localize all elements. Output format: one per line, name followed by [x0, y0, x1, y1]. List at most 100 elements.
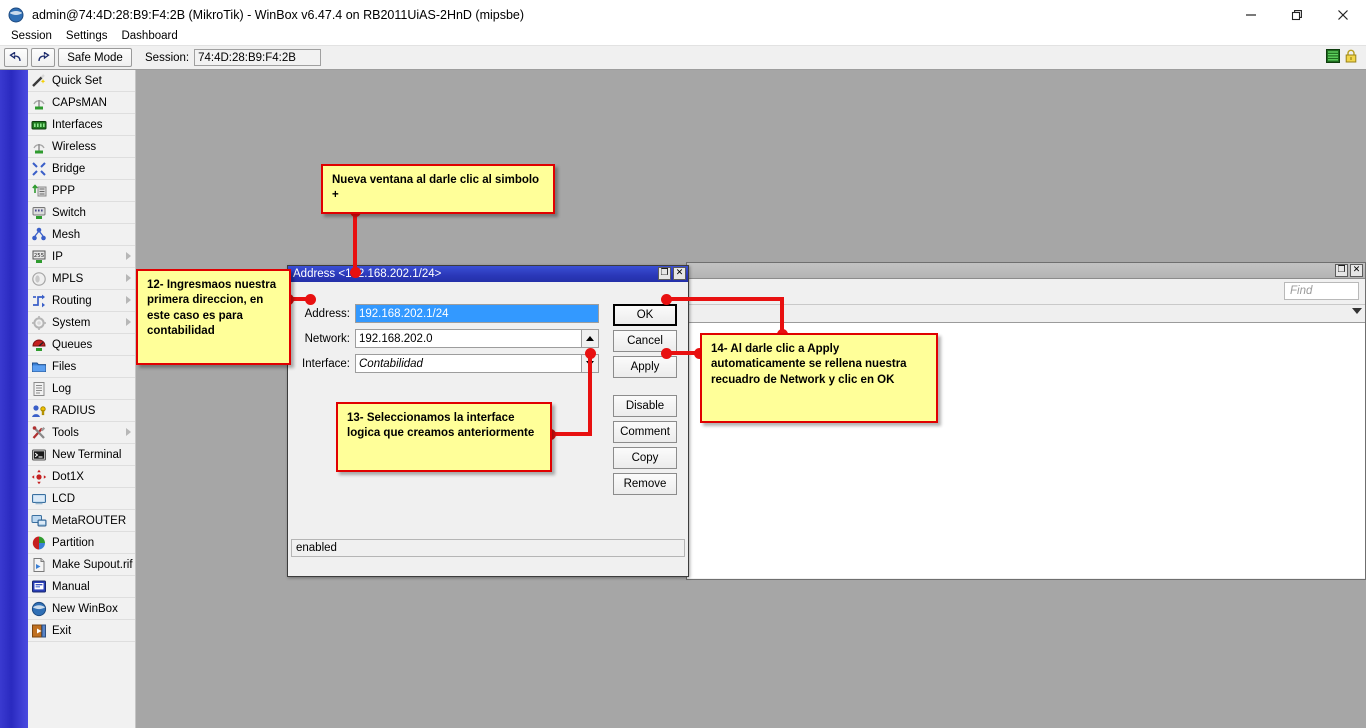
ok-button[interactable]: OK [613, 304, 677, 326]
sidebar-item-make-supout-rif[interactable]: Make Supout.rif [28, 554, 135, 576]
mpls-icon [31, 271, 47, 287]
sidebar-item-label: Make Supout.rif [52, 559, 133, 571]
safe-mode-button[interactable]: Safe Mode [58, 48, 132, 67]
sidebar-item-label: Files [52, 361, 76, 373]
sidebar-item-label: MPLS [52, 273, 83, 285]
menu-settings[interactable]: Settings [59, 29, 115, 43]
menu-dashboard[interactable]: Dashboard [114, 29, 184, 43]
address-input[interactable]: 192.168.202.1/24 [355, 304, 599, 323]
sidebar-item-label: New WinBox [52, 603, 118, 615]
address-field-row: Address: 192.168.202.1/24 [294, 304, 599, 323]
sidebar-item-mpls[interactable]: MPLS [28, 268, 135, 290]
queues-icon [31, 337, 47, 353]
sidebar-item-interfaces[interactable]: Interfaces [28, 114, 135, 136]
dialog-close-button[interactable]: ✕ [673, 267, 686, 280]
session-value[interactable]: 74:4D:28:B9:F4:2B [194, 49, 321, 66]
toolbar: Safe Mode Session: 74:4D:28:B9:F4:2B [0, 45, 1366, 70]
terminal-icon [31, 447, 47, 463]
addresslist-maximize-button[interactable]: ❐ [1335, 264, 1348, 277]
sidebar-item-queues[interactable]: Queues [28, 334, 135, 356]
apply-button[interactable]: Apply [613, 356, 677, 378]
sidebar-item-label: System [52, 317, 90, 329]
antenna-icon [31, 95, 47, 111]
sidebar-item-label: Queues [52, 339, 92, 351]
find-input[interactable]: Find [1284, 282, 1359, 300]
note-new-window: Nueva ventana al darle clic al simbolo + [321, 164, 555, 214]
manual-icon [31, 579, 47, 595]
sidebar-item-ppp[interactable]: PPP [28, 180, 135, 202]
metarouter-icon [31, 513, 47, 529]
interface-field-label: Interface: [294, 358, 350, 370]
sidebar-item-bridge[interactable]: Bridge [28, 158, 135, 180]
sidebar-item-label: Interfaces [52, 119, 103, 131]
sidebar-item-label: Mesh [52, 229, 80, 241]
redo-button[interactable] [31, 48, 55, 67]
session-label: Session: [145, 52, 189, 64]
addresslist-close-button[interactable]: ✕ [1350, 264, 1363, 277]
network-field-label: Network: [294, 333, 350, 345]
dialog-maximize-button[interactable]: ❐ [658, 267, 671, 280]
sidebar-item-dot1x[interactable]: Dot1X [28, 466, 135, 488]
sidebar-item-label: Partition [52, 537, 94, 549]
sidebar-item-lcd[interactable]: LCD [28, 488, 135, 510]
network-field-row: Network: 192.168.202.0 [294, 329, 599, 348]
copy-button[interactable]: Copy [613, 447, 677, 469]
sidebar-item-ip[interactable]: 255 IP [28, 246, 135, 268]
sidebar-item-radius[interactable]: RADIUS [28, 400, 135, 422]
connector-dot-dialog-title [350, 267, 361, 278]
triangle-up-icon [586, 336, 594, 341]
sidebar-item-metarouter[interactable]: MetaROUTER [28, 510, 135, 532]
routeros-brand-strip: RouterOS WinBox [0, 70, 28, 728]
interface-input[interactable]: Contabilidad [355, 354, 582, 373]
network-input[interactable]: 192.168.202.0 [355, 329, 582, 348]
sidebar-item-wireless[interactable]: Wireless [28, 136, 135, 158]
sidebar-item-label: Dot1X [52, 471, 84, 483]
sidebar-item-new-terminal[interactable]: New Terminal [28, 444, 135, 466]
sidebar-item-system[interactable]: System [28, 312, 135, 334]
address-list-column-header [687, 305, 1365, 323]
undo-button[interactable] [4, 48, 28, 67]
gear-icon [31, 315, 47, 331]
dialog-status-bar: enabled [291, 539, 685, 557]
comment-button[interactable]: Comment [613, 421, 677, 443]
address-list-titlebar: ❐ ✕ [687, 263, 1365, 279]
sidebar-item-log[interactable]: Log [28, 378, 135, 400]
connector-note-new-window [353, 212, 357, 272]
switch-icon [31, 205, 47, 221]
sidebar-item-mesh[interactable]: Mesh [28, 224, 135, 246]
sidebar-item-files[interactable]: Files [28, 356, 135, 378]
sidebar-item-tools[interactable]: Tools [28, 422, 135, 444]
sidebar-item-label: Log [52, 383, 71, 395]
sidebar-item-capsman[interactable]: CAPsMAN [28, 92, 135, 114]
sidebar-item-label: PPP [52, 185, 75, 197]
connector-dot-interface-dropdown [585, 348, 596, 359]
connector-ok-v [780, 297, 784, 333]
remove-button[interactable]: Remove [613, 473, 677, 495]
disable-button[interactable]: Disable [613, 395, 677, 417]
sidebar-item-new-winbox[interactable]: New WinBox [28, 598, 135, 620]
chevron-right-icon [126, 318, 131, 326]
sidebar-item-label: Routing [52, 295, 92, 307]
winbox-globe-icon [31, 601, 47, 617]
sidebar-item-quick-set[interactable]: Quick Set [28, 70, 135, 92]
sidebar-item-label: New Terminal [52, 449, 121, 461]
sidebar-item-manual[interactable]: Manual [28, 576, 135, 598]
sidebar-item-exit[interactable]: Exit [28, 620, 135, 642]
supout-icon [31, 557, 47, 573]
sidebar-item-routing[interactable]: Routing [28, 290, 135, 312]
network-spinner-up-button[interactable] [582, 329, 599, 348]
note-step-12: 12- Ingresmaos nuestra primera direccion… [136, 269, 291, 365]
chevron-down-icon[interactable] [1352, 308, 1362, 314]
sidebar-item-partition[interactable]: Partition [28, 532, 135, 554]
partition-icon [31, 535, 47, 551]
antenna-icon [31, 139, 47, 155]
wand-icon [31, 73, 47, 89]
sidebar-item-label: CAPsMAN [52, 97, 107, 109]
traffic-icon [1326, 49, 1340, 66]
sidebar-item-label: IP [52, 251, 63, 263]
main-menu-sidebar: Quick Set CAPsMAN Interfaces WirelessBridge… [28, 70, 136, 728]
menu-session[interactable]: Session [4, 29, 59, 43]
sidebar-item-switch[interactable]: Switch [28, 202, 135, 224]
svg-text:255: 255 [34, 253, 44, 259]
sidebar-item-label: MetaROUTER [52, 515, 126, 527]
